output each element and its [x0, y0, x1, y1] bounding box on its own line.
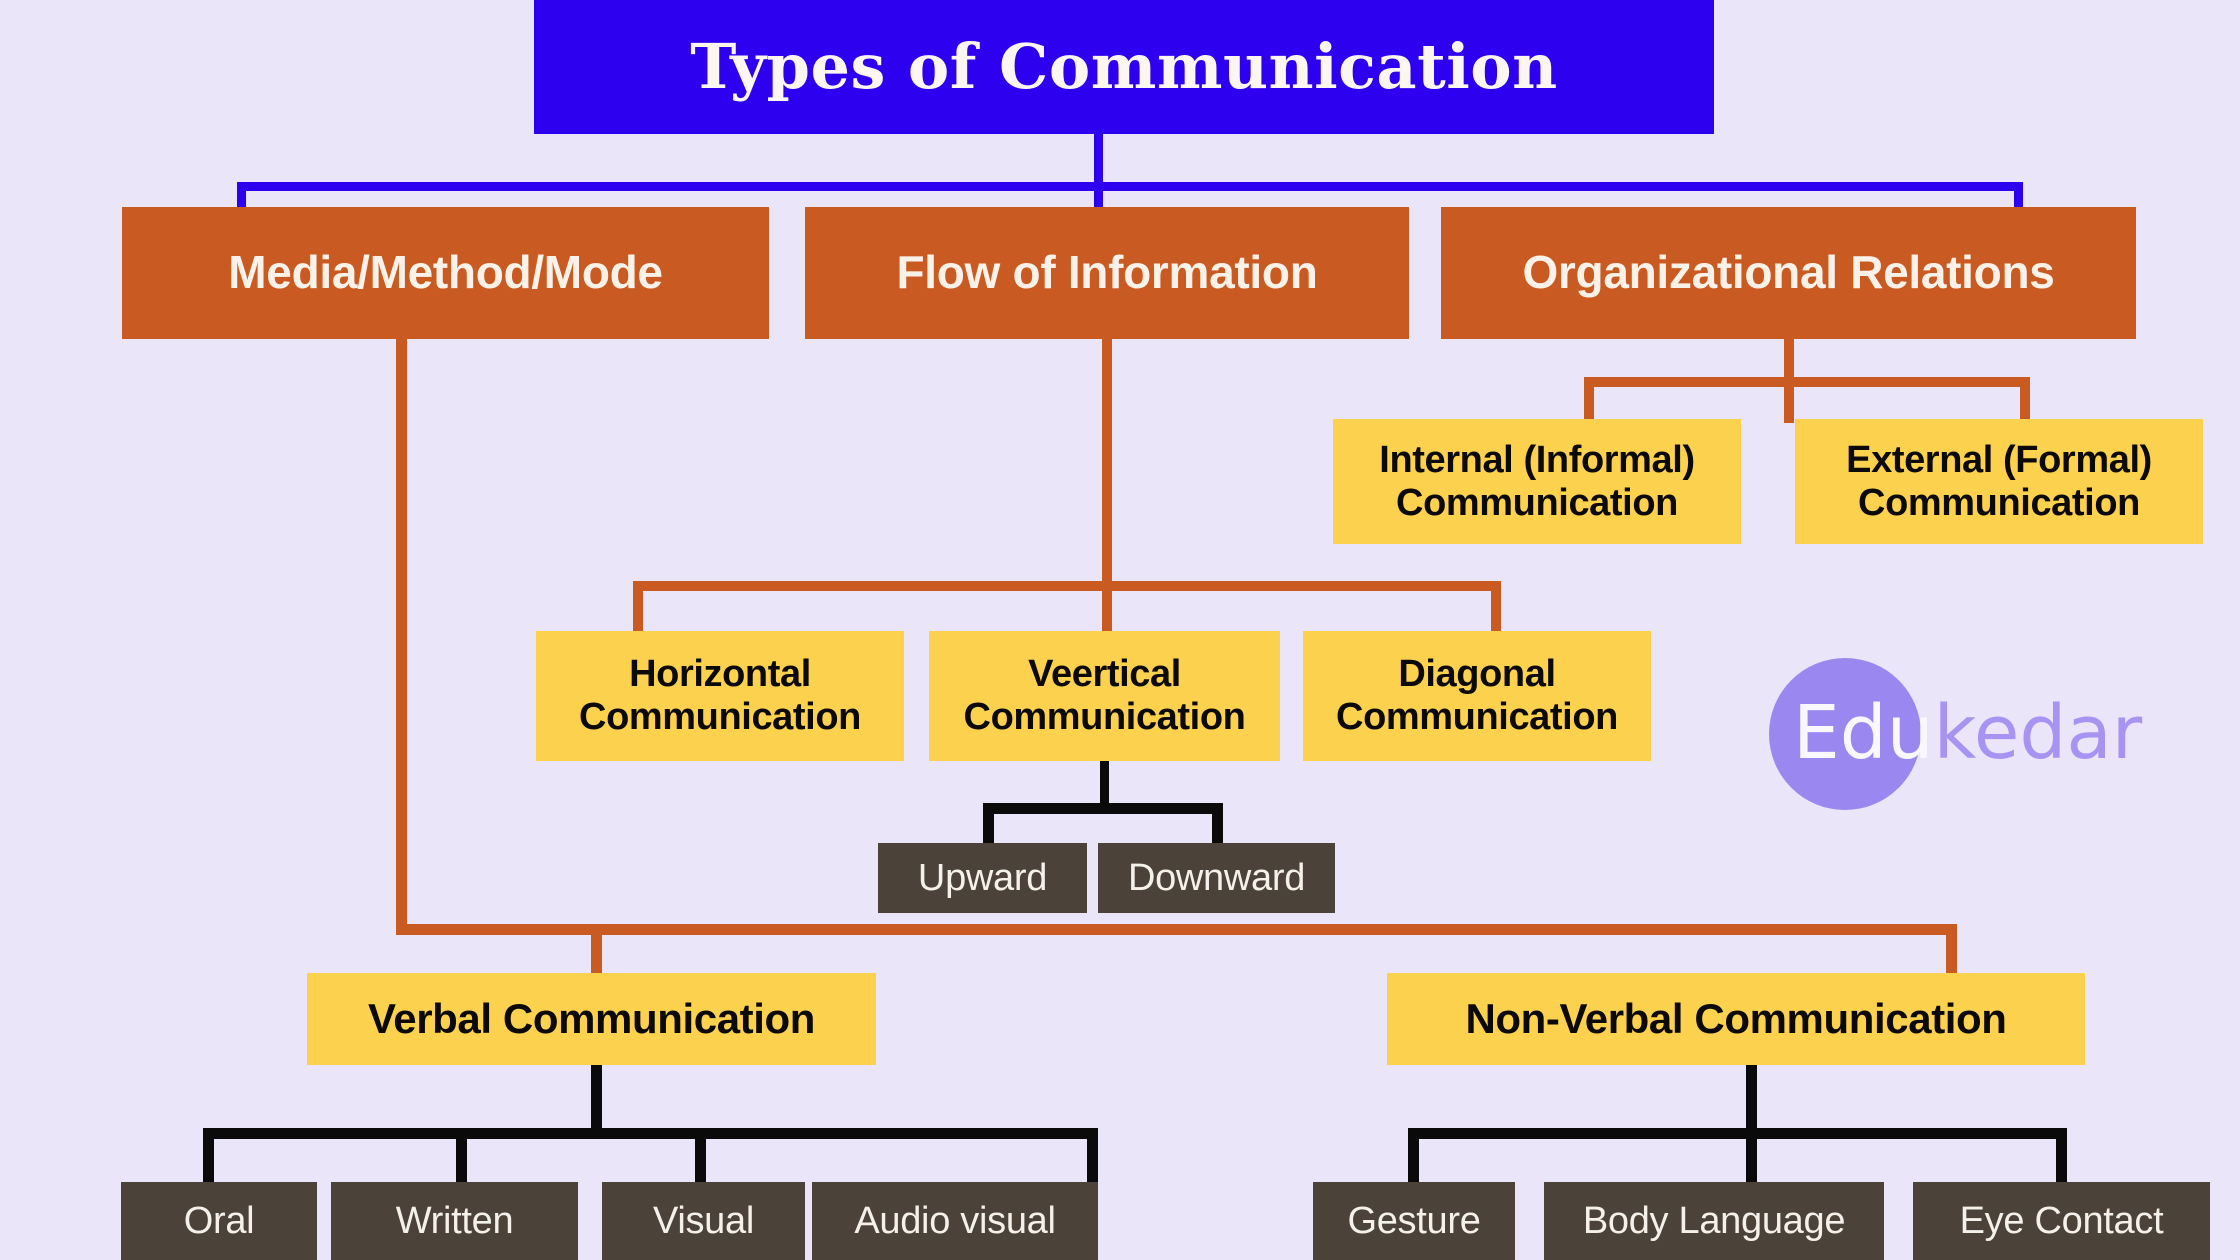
verbal-leaf-box-audiovisual: Audio visual: [812, 1182, 1098, 1260]
branch-box-flow: Flow of Information: [805, 207, 1409, 339]
branch-box-org: Organizational Relations: [1441, 207, 2136, 339]
flow-child-box-diagonal: Diagonal Communication: [1303, 631, 1651, 761]
branch-box-media: Media/Method/Mode: [122, 207, 769, 339]
vertical-child-downward-label: Downward: [1127, 856, 1306, 899]
nonverbal-leaf-bodylanguage-label: Body Language: [1582, 1199, 1846, 1242]
edukedar-logo: Edukedar: [1765, 650, 2195, 815]
flow-child-box-horizontal: Horizontal Communication: [536, 631, 904, 761]
verbal-leaf-box-written: Written: [331, 1182, 578, 1260]
connector-org-bar: [1584, 377, 2030, 387]
logo-wordmark: Edukedar: [1793, 690, 2142, 776]
org-child-internal-line1: Internal (Informal): [1379, 438, 1695, 481]
verbal-leaf-written-label: Written: [395, 1199, 514, 1242]
media-child-verbal-label: Verbal Communication: [367, 995, 816, 1043]
vertical-child-box-downward: Downward: [1098, 843, 1335, 913]
connector-vertical-stem: [1100, 761, 1109, 809]
connector-nonverbal-to-eyecontact: [2056, 1128, 2067, 1190]
connector-org-to-external: [2020, 377, 2030, 423]
root-title-label: Types of Communication: [690, 30, 1558, 104]
connector-vertical-bar: [983, 803, 1223, 814]
connector-media-to-nonverbal: [1946, 924, 1957, 980]
org-child-external-line1: External (Formal): [1846, 438, 2152, 481]
connector-org-to-internal: [1584, 377, 1594, 423]
org-child-box-external: External (Formal) Communication: [1795, 419, 2203, 544]
connector-verbal-to-visual: [695, 1128, 706, 1190]
connector-flow-bar: [633, 581, 1501, 591]
connector-flow-to-diagonal: [1491, 581, 1501, 633]
verbal-leaf-audiovisual-label: Audio visual: [854, 1199, 1056, 1242]
verbal-leaf-oral-label: Oral: [183, 1199, 255, 1242]
org-child-box-internal: Internal (Informal) Communication: [1333, 419, 1741, 544]
connector-verbal-to-written: [456, 1128, 467, 1190]
connector-media-to-verbal: [591, 924, 602, 980]
connector-verbal-stem: [591, 1065, 602, 1133]
connector-flow-to-horizontal: [633, 581, 643, 633]
org-child-external-line2: Communication: [1858, 481, 2140, 524]
connector-root-bar: [237, 182, 2023, 191]
logo-secondary-text: kedar: [1933, 689, 2143, 776]
flow-child-horizontal-line2: Communication: [579, 696, 861, 738]
media-child-box-verbal: Verbal Communication: [307, 973, 876, 1065]
connector-vertical-to-downward: [1212, 803, 1223, 848]
nonverbal-leaf-eyecontact-label: Eye Contact: [1959, 1199, 2164, 1242]
connector-media-bar: [396, 924, 1957, 935]
connector-nonverbal-to-bodylanguage: [1746, 1128, 1757, 1190]
branch-label-media: Media/Method/Mode: [228, 246, 663, 299]
connector-verbal-to-oral: [203, 1128, 214, 1190]
connector-verbal-bar: [203, 1128, 1098, 1139]
connector-vertical-to-upward: [983, 803, 994, 848]
connector-root-stem: [1094, 134, 1103, 187]
connector-nonverbal-bar: [1408, 1128, 2067, 1139]
branch-label-flow: Flow of Information: [896, 246, 1318, 299]
vertical-child-box-upward: Upward: [878, 843, 1087, 913]
connector-verbal-to-audiovisual: [1087, 1128, 1098, 1190]
verbal-leaf-box-visual: Visual: [602, 1182, 805, 1260]
connector-nonverbal-stem: [1746, 1065, 1757, 1133]
org-child-internal-line2: Communication: [1396, 481, 1678, 524]
media-child-box-nonverbal: Non-Verbal Communication: [1387, 973, 2085, 1065]
nonverbal-leaf-gesture-label: Gesture: [1347, 1199, 1481, 1242]
branch-label-org: Organizational Relations: [1522, 246, 2055, 299]
verbal-leaf-visual-label: Visual: [652, 1199, 754, 1242]
verbal-leaf-box-oral: Oral: [121, 1182, 317, 1260]
diagram-canvas: Types of Communication Media/Method/Mode…: [0, 0, 2240, 1260]
nonverbal-leaf-box-eyecontact: Eye Contact: [1913, 1182, 2210, 1260]
nonverbal-leaf-box-gesture: Gesture: [1313, 1182, 1515, 1260]
flow-child-horizontal-line1: Horizontal: [629, 653, 811, 696]
connector-nonverbal-to-gesture: [1408, 1128, 1419, 1190]
connector-media-stem: [396, 339, 407, 934]
logo-primary-text: Edu: [1793, 689, 1934, 776]
nonverbal-leaf-box-bodylanguage: Body Language: [1544, 1182, 1884, 1260]
vertical-child-upward-label: Upward: [917, 856, 1048, 899]
root-title-box: Types of Communication: [534, 0, 1714, 134]
flow-child-vertical-line2: Communication: [963, 696, 1246, 738]
media-child-nonverbal-label: Non-Verbal Communication: [1465, 995, 2007, 1043]
flow-child-diagonal-line1: Diagonal: [1398, 653, 1556, 696]
flow-child-vertical-line1: Veertical: [1028, 653, 1181, 696]
flow-child-box-vertical: Veertical Communication: [929, 631, 1280, 761]
flow-child-diagonal-line2: Communication: [1336, 696, 1618, 738]
